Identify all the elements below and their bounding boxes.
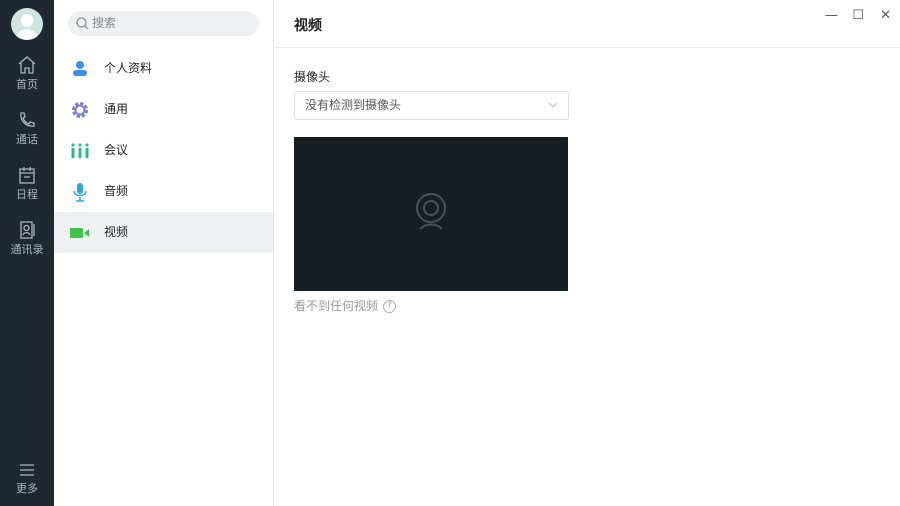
avatar[interactable] (11, 8, 43, 40)
user-icon (73, 61, 87, 76)
gear-icon (72, 102, 88, 118)
menu-icon (20, 464, 34, 476)
nav-contacts[interactable]: 通讯录 (0, 221, 54, 257)
nav-more[interactable]: 更多 (0, 462, 54, 496)
maximize-button[interactable]: ☐ (852, 8, 864, 23)
meeting-icon (71, 143, 89, 158)
app-nav: 首页 通话 日程 通讯录 更多 (0, 0, 54, 506)
home-icon (18, 56, 36, 74)
nav-home[interactable]: 首页 (0, 56, 54, 92)
settings-item-meeting[interactable]: 会议 (54, 130, 273, 171)
no-video-hint: 看不到任何视频? (294, 297, 397, 314)
camera-label: 摄像头 (294, 70, 331, 84)
microphone-icon (73, 183, 87, 202)
settings-item-profile[interactable]: 个人资料 (54, 48, 273, 89)
page-title: 视频 (274, 0, 900, 48)
webcam-icon (416, 193, 446, 230)
help-icon[interactable]: ? (383, 300, 397, 313)
video-camera-icon (70, 228, 89, 238)
nav-schedule[interactable]: 日程 (0, 166, 54, 202)
settings-item-video[interactable]: 视频 (54, 212, 273, 253)
settings-item-general[interactable]: 通用 (54, 89, 273, 130)
phone-icon (20, 112, 35, 127)
video-preview (294, 137, 568, 291)
chevron-down-icon (548, 102, 558, 108)
search-input[interactable]: 搜索 (68, 11, 259, 36)
calendar-icon (19, 167, 35, 184)
settings-item-audio[interactable]: 音频 (54, 171, 273, 212)
nav-calls[interactable]: 通话 (0, 111, 54, 147)
search-icon (76, 17, 89, 30)
settings-list: 搜索 个人资料 通用 会议 音频 视频 (54, 0, 274, 506)
close-button[interactable]: ✕ (880, 8, 891, 23)
camera-select[interactable]: 没有检测到摄像头 (294, 91, 569, 120)
contacts-icon (20, 221, 35, 239)
video-settings-panel: 视频 — ☐ ✕ 摄像头 没有检测到摄像头 看不到任何视频? (274, 0, 900, 506)
minimize-button[interactable]: — (825, 8, 838, 23)
